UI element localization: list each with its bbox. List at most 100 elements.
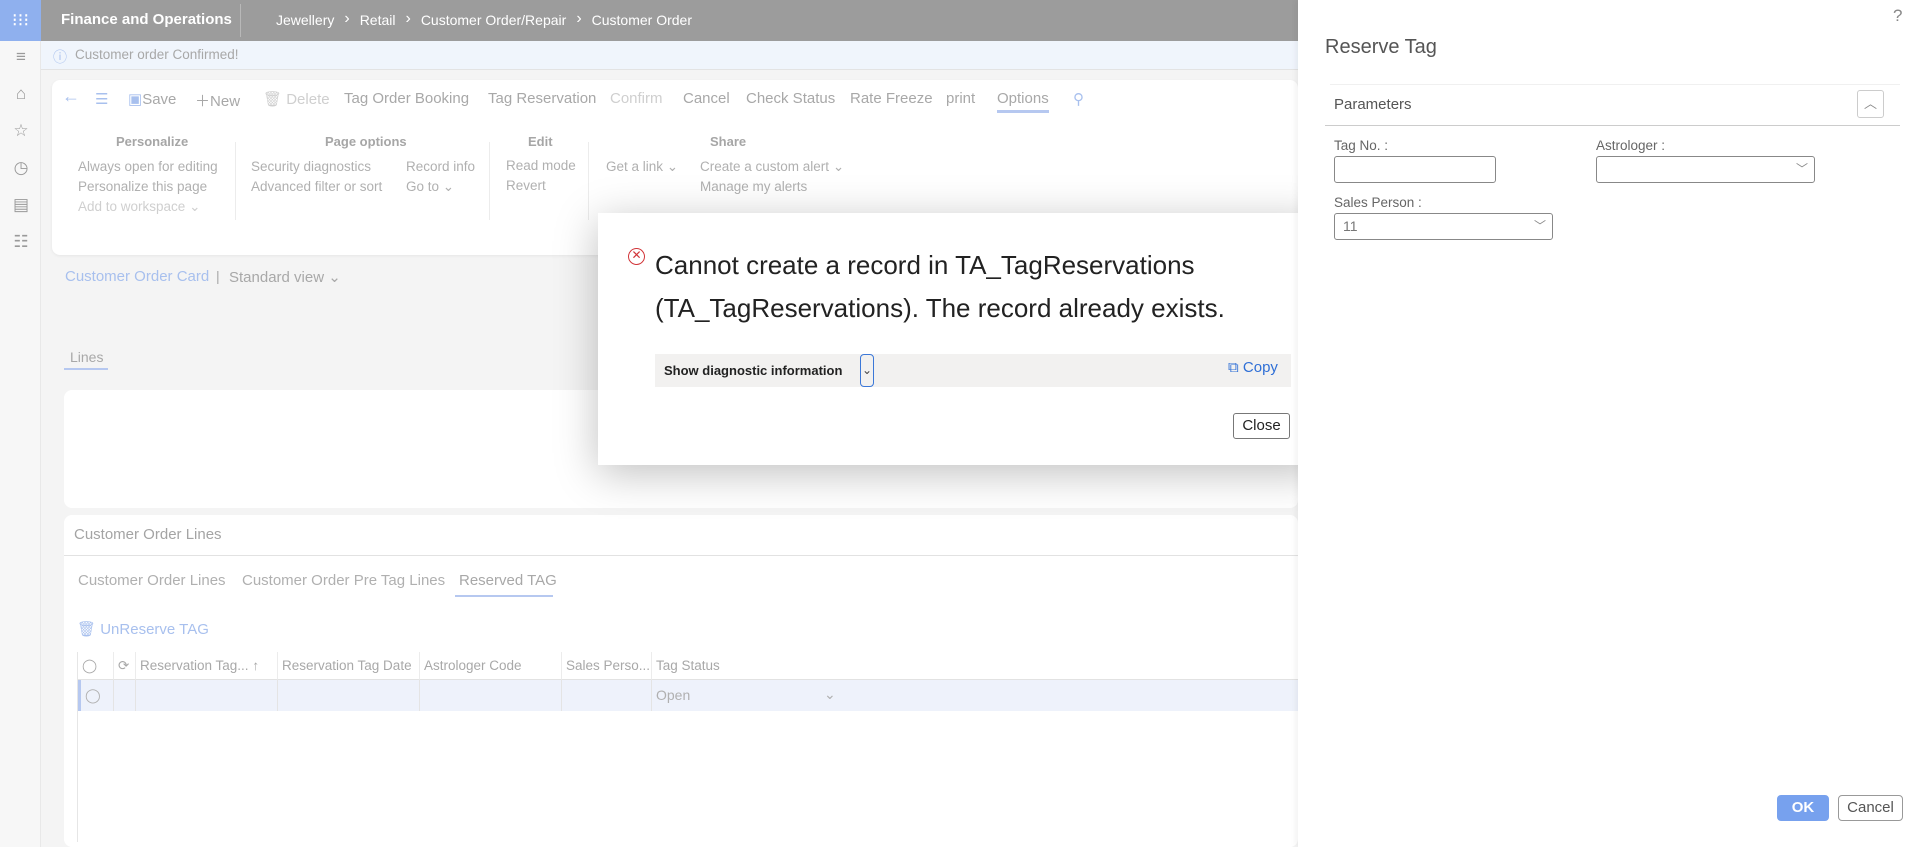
breadcrumb-item[interactable]: Retail — [360, 12, 396, 28]
column-header[interactable]: Tag Status — [652, 652, 1299, 680]
go-to[interactable]: Go to ⌄ — [406, 179, 454, 195]
rate-freeze-button[interactable]: Rate Freeze — [850, 90, 933, 107]
table-cell[interactable] — [420, 680, 562, 711]
breadcrumb-item[interactable]: Customer Order — [592, 12, 692, 28]
app-title[interactable]: Finance and Operations — [61, 11, 232, 28]
divider — [64, 555, 1298, 556]
customer-order-card-link[interactable]: Customer Order Card — [65, 268, 209, 285]
sales-person-select[interactable]: 11 ﹀ — [1334, 213, 1553, 240]
chevron-down-icon[interactable]: ⌄ — [860, 354, 874, 387]
group-personalize-header: Personalize — [116, 134, 189, 149]
get-a-link-label: Get a link — [606, 159, 664, 174]
print-button[interactable]: print — [946, 90, 975, 107]
tab-options[interactable]: Options — [997, 90, 1049, 113]
save-button[interactable]: ▣Save — [128, 90, 176, 108]
chevron-down-icon: ⌄ — [824, 686, 836, 702]
cancel-button[interactable]: Cancel — [1838, 795, 1903, 821]
check-status-button[interactable]: Check Status — [746, 90, 835, 107]
breadcrumb-item[interactable]: Jewellery — [276, 12, 334, 28]
left-nav: ≡ ⌂ ☆ ◷ ▤ ☷ — [0, 41, 41, 847]
table-cell[interactable] — [562, 680, 652, 711]
tag-status-select[interactable]: Open ⌄ — [652, 680, 1299, 711]
breadcrumb: Jewellery › Retail › Customer Order/Repair… — [276, 10, 692, 28]
column-header[interactable]: Reservation Tag... ↑ — [136, 652, 278, 680]
refresh-icon[interactable]: ⟳ — [114, 652, 136, 680]
manage-my-alerts[interactable]: Manage my alerts — [700, 179, 807, 194]
table-cell — [114, 680, 136, 711]
table-cell[interactable] — [278, 680, 420, 711]
tab-lines[interactable]: Lines — [70, 349, 103, 365]
tag-order-booking-button[interactable]: Tag Order Booking — [344, 90, 469, 107]
home-icon[interactable]: ⌂ — [10, 84, 32, 104]
chevron-down-icon: ﹀ — [1795, 162, 1808, 176]
security-diagnostics[interactable]: Security diagnostics — [251, 159, 371, 174]
tab-pre-tag-lines[interactable]: Customer Order Pre Tag Lines — [242, 572, 445, 589]
info-message: Customer order Confirmed! — [75, 47, 239, 62]
parameters-header[interactable]: Parameters — [1334, 96, 1412, 113]
error-message: Cannot create a record in TA_TagReservat… — [655, 250, 1225, 323]
cancel-order-button[interactable]: Cancel — [683, 90, 730, 107]
app-launcher-icon[interactable]: ⁝⁝⁝ — [0, 0, 41, 41]
tab-reserved-tag[interactable]: Reserved TAG — [459, 572, 557, 589]
menu-lines-icon[interactable]: ☰ — [95, 90, 108, 108]
add-to-workspace[interactable]: Add to workspace ⌄ — [78, 199, 200, 215]
delete-button[interactable]: 🗑 Delete — [263, 90, 330, 108]
create-custom-alert-label: Create a custom alert — [700, 159, 830, 174]
tag-reservation-button[interactable]: Tag Reservation — [488, 90, 596, 107]
record-info[interactable]: Record info — [406, 159, 475, 174]
chevron-right-icon: › — [405, 10, 411, 27]
sales-person-value: 11 — [1343, 218, 1358, 234]
chevron-down-icon: ⌄ — [666, 159, 679, 174]
back-icon[interactable]: ← — [62, 86, 80, 107]
view-separator: | — [216, 268, 220, 284]
chevron-down-icon: ⌄ — [328, 269, 341, 286]
get-a-link[interactable]: Get a link ⌄ — [606, 159, 678, 175]
help-icon[interactable]: ? — [1893, 6, 1902, 26]
chevron-up-icon[interactable]: ︿ — [1857, 90, 1884, 118]
delete-label: Delete — [286, 91, 330, 108]
group-edit-header: Edit — [528, 134, 553, 149]
ok-button[interactable]: OK — [1777, 795, 1829, 821]
close-button[interactable]: Close — [1233, 413, 1290, 439]
confirm-button[interactable]: Confirm — [610, 90, 663, 107]
new-button[interactable]: ＋New — [195, 90, 240, 111]
row-checkbox[interactable]: ◯ — [78, 680, 114, 711]
column-header[interactable]: Reservation Tag Date — [278, 652, 420, 680]
tag-no-label: Tag No. : — [1334, 138, 1389, 153]
create-custom-alert[interactable]: Create a custom alert ⌄ — [700, 159, 844, 175]
clock-icon[interactable]: ◷ — [10, 158, 32, 178]
divider — [1330, 84, 1900, 85]
tag-no-input[interactable] — [1334, 156, 1496, 183]
revert[interactable]: Revert — [506, 178, 546, 193]
modules-list-icon[interactable]: ☷ — [10, 232, 32, 252]
personalize-this-page[interactable]: Personalize this page — [78, 179, 207, 194]
tab-underline — [455, 595, 553, 597]
chevron-down-icon: ⌄ — [442, 179, 455, 194]
star-icon[interactable]: ☆ — [10, 121, 32, 141]
workspace-icon[interactable]: ▤ — [10, 195, 32, 215]
column-header[interactable]: Astrologer Code — [420, 652, 562, 680]
read-mode[interactable]: Read mode — [506, 158, 576, 173]
unreserve-tag-button[interactable]: 🗑 UnReserve TAG — [77, 620, 209, 638]
select-all-checkbox[interactable]: ◯ — [78, 652, 114, 680]
sort-ascending-icon: ↑ — [252, 658, 260, 673]
astrologer-select[interactable]: ﹀ — [1596, 156, 1815, 183]
breadcrumb-item[interactable]: Customer Order/Repair — [421, 12, 567, 28]
plus-icon: ＋ — [195, 93, 211, 110]
divider — [588, 142, 589, 220]
search-icon[interactable]: ⚲ — [1073, 90, 1084, 108]
advanced-filter-or-sort[interactable]: Advanced filter or sort — [251, 179, 382, 194]
hamburger-icon[interactable]: ≡ — [10, 47, 32, 67]
column-header[interactable]: Sales Perso... — [562, 652, 652, 680]
save-label: Save — [142, 91, 177, 108]
tab-customer-order-lines[interactable]: Customer Order Lines — [78, 572, 226, 589]
panel-title: Reserve Tag — [1325, 36, 1437, 58]
section-header[interactable]: Customer Order Lines — [74, 526, 222, 543]
always-open-for-editing[interactable]: Always open for editing — [78, 159, 218, 174]
copy-icon: ⧉ — [1228, 359, 1239, 376]
view-selector[interactable]: Standard view ⌄ — [229, 268, 341, 286]
copy-button[interactable]: ⧉ Copy — [1228, 359, 1278, 376]
table-cell[interactable] — [136, 680, 278, 711]
save-icon: ▣ — [128, 91, 143, 108]
sales-person-label: Sales Person : — [1334, 195, 1422, 210]
